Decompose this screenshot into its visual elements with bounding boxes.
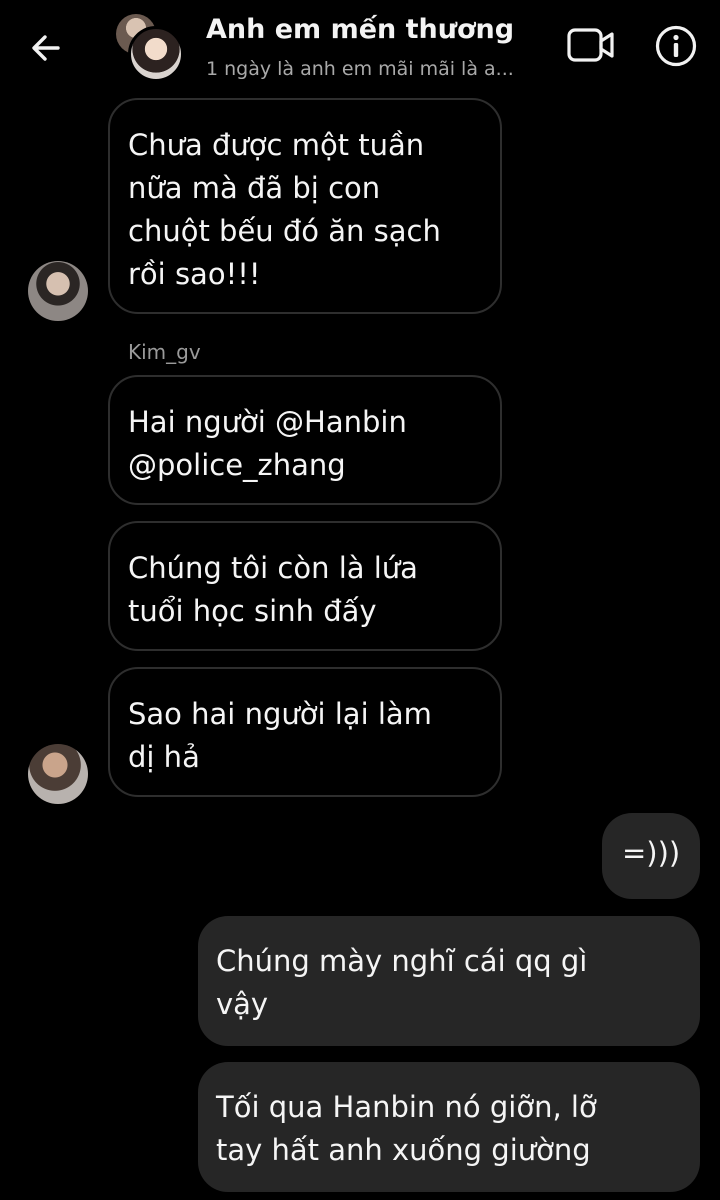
chat-subtitle: 1 ngày là anh em mãi mãi là a... xyxy=(206,58,514,80)
back-button[interactable] xyxy=(26,28,66,68)
message-bubble[interactable]: Chúng tôi còn là lứa tuổi học sinh đấy xyxy=(108,521,502,651)
chat-header: Anh em mến thương 1 ngày là anh em mãi m… xyxy=(0,0,720,92)
message-bubble[interactable]: Chúng mày nghĩ cái qq gì vậy xyxy=(198,916,700,1046)
arrow-left-icon xyxy=(32,35,60,61)
info-icon xyxy=(655,25,697,67)
message-bubble[interactable]: Chưa được một tuần nữa mà đã bị con chuộ… xyxy=(108,98,502,314)
message-bubble[interactable]: Tối qua Hanbin nó giỡn, lỡ tay hất anh x… xyxy=(198,1062,700,1192)
message-bubble[interactable]: =))) xyxy=(602,813,700,899)
video-call-button[interactable] xyxy=(566,26,616,64)
chat-title[interactable]: Anh em mến thương xyxy=(206,14,514,45)
video-call-icon xyxy=(567,28,614,62)
group-avatar[interactable] xyxy=(116,14,184,82)
sender-name: Kim_gv xyxy=(128,340,201,364)
group-member-avatar xyxy=(128,26,184,82)
sender-avatar[interactable] xyxy=(28,261,88,321)
message-bubble[interactable]: Hai người @Hanbin @police_zhang xyxy=(108,375,502,505)
info-button[interactable] xyxy=(654,24,698,68)
sender-avatar[interactable] xyxy=(28,744,88,804)
message-bubble[interactable]: Sao hai người lại làm dị hả xyxy=(108,667,502,797)
